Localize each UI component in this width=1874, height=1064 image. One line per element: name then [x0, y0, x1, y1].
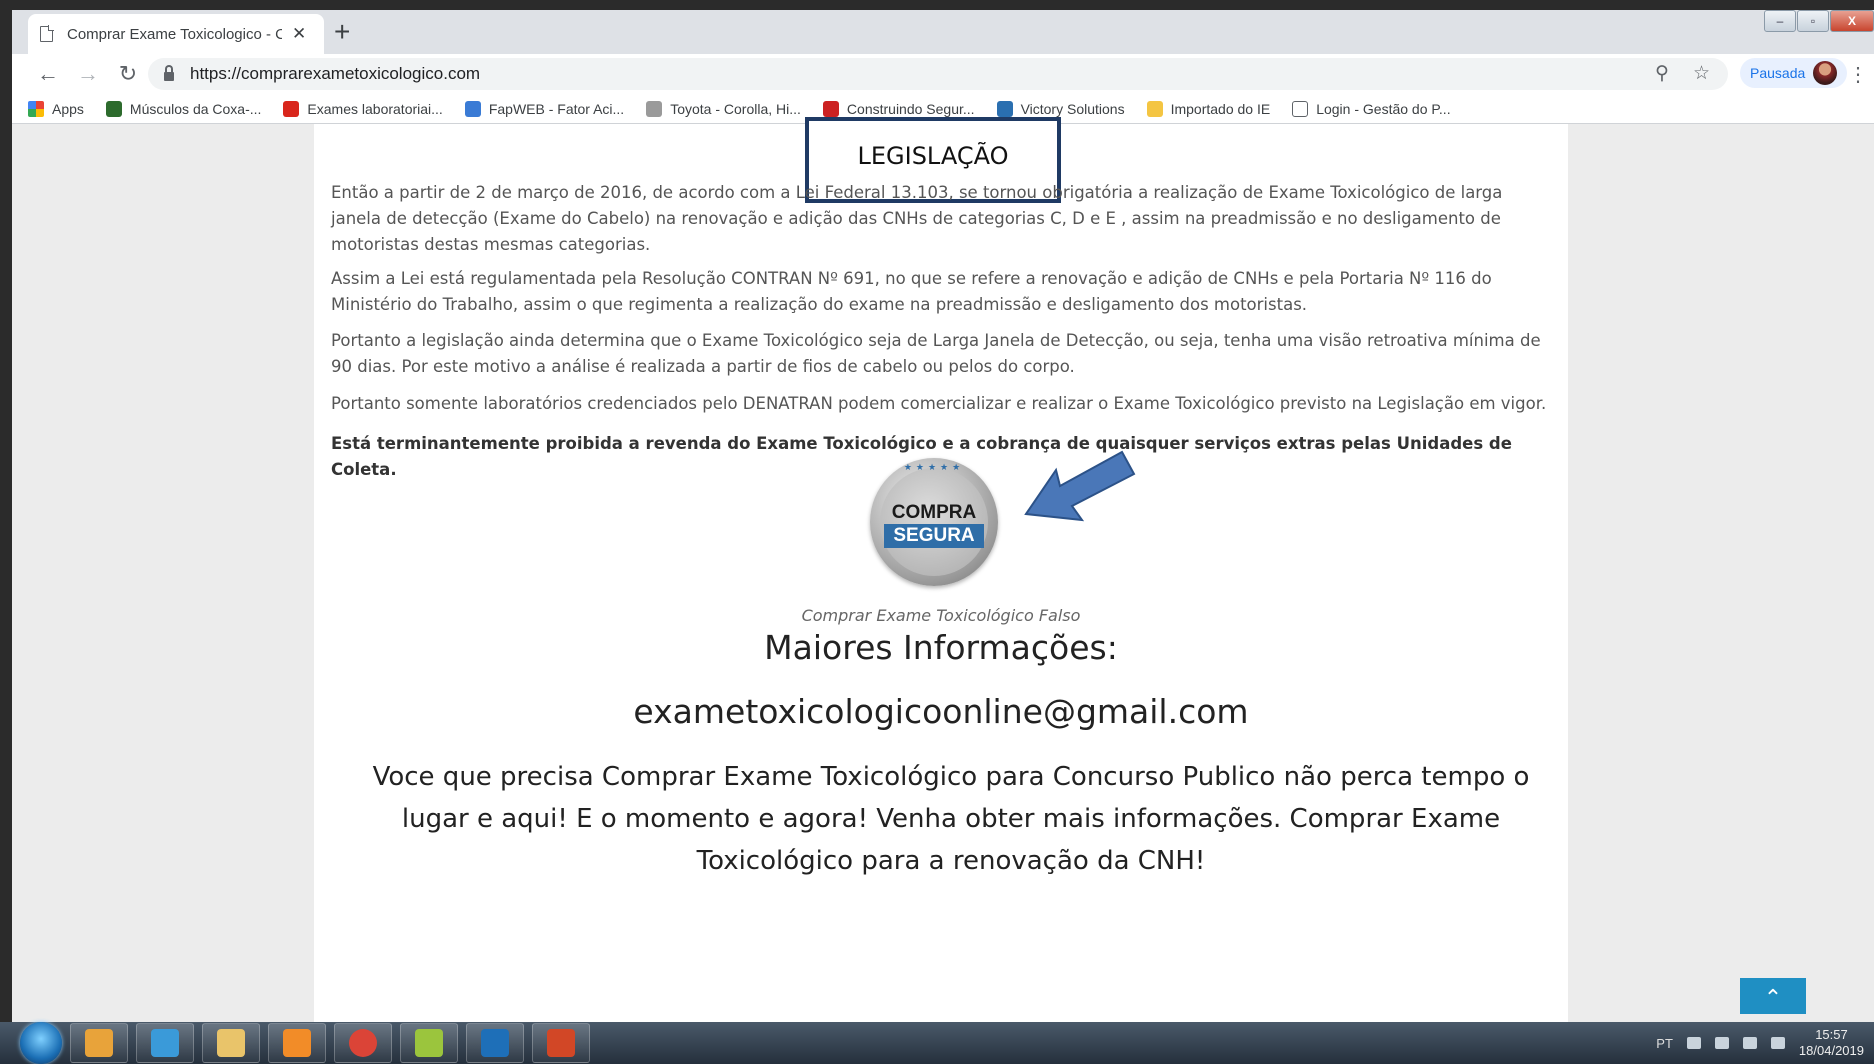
media-player-icon	[283, 1029, 311, 1057]
tab-title: Comprar Exame Toxicologico - C	[67, 25, 282, 43]
browser-toolbar: ← → ↻ https://comprarexametoxicologico.c…	[12, 54, 1874, 94]
forward-button[interactable]: →	[68, 61, 108, 87]
more-info-heading: Maiores Informações:	[764, 628, 1118, 667]
bookmark-label: Apps	[52, 100, 84, 117]
tray-volume-icon[interactable]	[1770, 1037, 1785, 1049]
close-tab-icon[interactable]: ✕	[292, 24, 306, 44]
seal-stars: ★★★★★	[903, 462, 965, 472]
fapweb-icon	[464, 100, 481, 117]
paragraph-1: Então a partir de 2 de março de 2016, de…	[331, 183, 1503, 254]
bookmark-item[interactable]: Toyota - Corolla, Hi...	[646, 100, 801, 117]
omnibox-icons: ⚲ ☆	[1655, 62, 1710, 85]
bookmark-label: Toyota - Corolla, Hi...	[670, 100, 801, 117]
browser-window: Comprar Exame Toxicologico - C ✕ + – ▫ X…	[12, 10, 1874, 1022]
bookmark-label: Importado do IE	[1170, 100, 1271, 117]
bookmark-item[interactable]: Victory Solutions	[996, 100, 1125, 117]
taskbar-app-button[interactable]	[202, 1023, 260, 1063]
internet-explorer-icon	[151, 1029, 179, 1057]
system-tray: PT 15:57 18/04/2019	[1656, 1022, 1864, 1064]
paragraph-3: Portanto a legislação ainda determina qu…	[331, 331, 1541, 376]
minimize-button[interactable]: –	[1764, 10, 1796, 32]
lab-icon	[283, 100, 300, 117]
bookmark-item[interactable]: Músculos da Coxa-...	[105, 100, 262, 117]
tray-network-icon[interactable]	[1742, 1037, 1757, 1049]
lock-icon	[164, 64, 174, 81]
toyota-icon	[646, 100, 663, 117]
back-button[interactable]: ←	[28, 61, 68, 87]
pointer-arrow-icon	[1024, 450, 1136, 522]
paragraph-2: Assim a Lei está regulamentada pela Reso…	[331, 269, 1492, 314]
profile-label: Pausada	[1750, 65, 1806, 81]
victory-icon	[996, 100, 1013, 117]
clock-date: 18/04/2019	[1798, 1043, 1864, 1058]
bookmark-item[interactable]: Construindo Segur...	[822, 100, 975, 117]
taskbar-app-button[interactable]	[136, 1023, 194, 1063]
paragraph-4: Portanto somente laboratórios credenciad…	[331, 394, 1547, 413]
seal-caption: Comprar Exame Toxicológico Falso	[801, 606, 1081, 625]
bookmark-item[interactable]: Exames laboratoriai...	[283, 100, 443, 117]
windows-taskbar: PT 15:57 18/04/2019	[0, 1022, 1874, 1064]
bookmark-item[interactable]: Apps	[28, 100, 84, 117]
lync-icon	[481, 1029, 509, 1057]
clock[interactable]: 15:57 18/04/2019	[1799, 1027, 1864, 1059]
bookmark-label: Login - Gestão do P...	[1316, 100, 1451, 117]
url-text[interactable]: https://comprarexametoxicologico.com	[190, 64, 480, 84]
taskbar-app-button[interactable]	[70, 1023, 128, 1063]
avatar	[1813, 61, 1838, 85]
reload-button[interactable]: ↻	[108, 61, 148, 87]
bookmark-item[interactable]: Login - Gestão do P...	[1292, 100, 1451, 117]
browser-menu-icon[interactable]: ⋮	[1848, 62, 1868, 87]
taskbar-app-button[interactable]	[466, 1023, 524, 1063]
bookmark-label: Exames laboratoriai...	[307, 100, 443, 117]
compra-segura-seal: ★★★★★ COMPRA SEGURA	[870, 458, 998, 586]
new-tab-button[interactable]: +	[334, 18, 350, 46]
tab-strip: Comprar Exame Toxicologico - C ✕ + – ▫ X	[12, 10, 1874, 54]
construindo-icon	[822, 100, 839, 117]
close-window-button[interactable]: X	[1830, 10, 1874, 32]
page-icon	[40, 25, 54, 42]
call-to-action: Voce que precisa Comprar Exame Toxicológ…	[372, 762, 1530, 876]
taskbar-app-button[interactable]	[334, 1023, 392, 1063]
muscle-icon	[105, 100, 122, 117]
taskbar-app-button[interactable]	[268, 1023, 326, 1063]
tray-mail-icon[interactable]	[1686, 1037, 1701, 1049]
profile-button[interactable]: Pausada	[1740, 58, 1848, 88]
chrome-icon	[349, 1029, 377, 1057]
folder-icon	[1146, 100, 1163, 117]
maximize-button[interactable]: ▫	[1797, 10, 1829, 32]
scroll-to-top-button[interactable]: ⌃	[1740, 978, 1806, 1014]
bookmark-star-icon[interactable]: ☆	[1693, 62, 1710, 85]
window-controls: – ▫ X	[1763, 10, 1874, 34]
taskbar-app-button[interactable]	[532, 1023, 590, 1063]
address-bar[interactable]: https://comprarexametoxicologico.com ⚲ ☆	[148, 58, 1728, 90]
start-button[interactable]	[20, 1022, 62, 1064]
file-explorer-icon	[217, 1029, 245, 1057]
tray-flag-icon[interactable]	[1714, 1037, 1729, 1049]
apps-grid-icon	[28, 100, 44, 117]
bookmark-item[interactable]: Importado do IE	[1146, 100, 1271, 117]
seal-text-segura: SEGURA	[884, 524, 984, 548]
taskbar-apps	[62, 1023, 590, 1063]
zoom-icon[interactable]: ⚲	[1655, 62, 1669, 85]
folder-app-icon	[415, 1029, 443, 1057]
page-icon	[1292, 100, 1309, 117]
bookmark-label: Victory Solutions	[1020, 100, 1125, 117]
powerpoint-icon	[547, 1029, 575, 1057]
bookmark-label: Músculos da Coxa-...	[129, 100, 262, 117]
tab-active[interactable]: Comprar Exame Toxicologico - C ✕	[28, 14, 324, 54]
taskbar-app-button[interactable]	[400, 1023, 458, 1063]
language-indicator[interactable]: PT	[1656, 1036, 1673, 1051]
outlook-icon	[85, 1029, 113, 1057]
clock-time: 15:57	[1815, 1027, 1848, 1042]
seal-text-compra: COMPRA	[891, 502, 977, 523]
contact-email[interactable]: exametoxicologicoonline@gmail.com	[314, 692, 1568, 731]
bookmark-label: Construindo Segur...	[846, 100, 975, 117]
bookmark-item[interactable]: FapWEB - Fator Aci...	[464, 100, 625, 117]
bookmark-label: FapWEB - Fator Aci...	[488, 100, 625, 117]
